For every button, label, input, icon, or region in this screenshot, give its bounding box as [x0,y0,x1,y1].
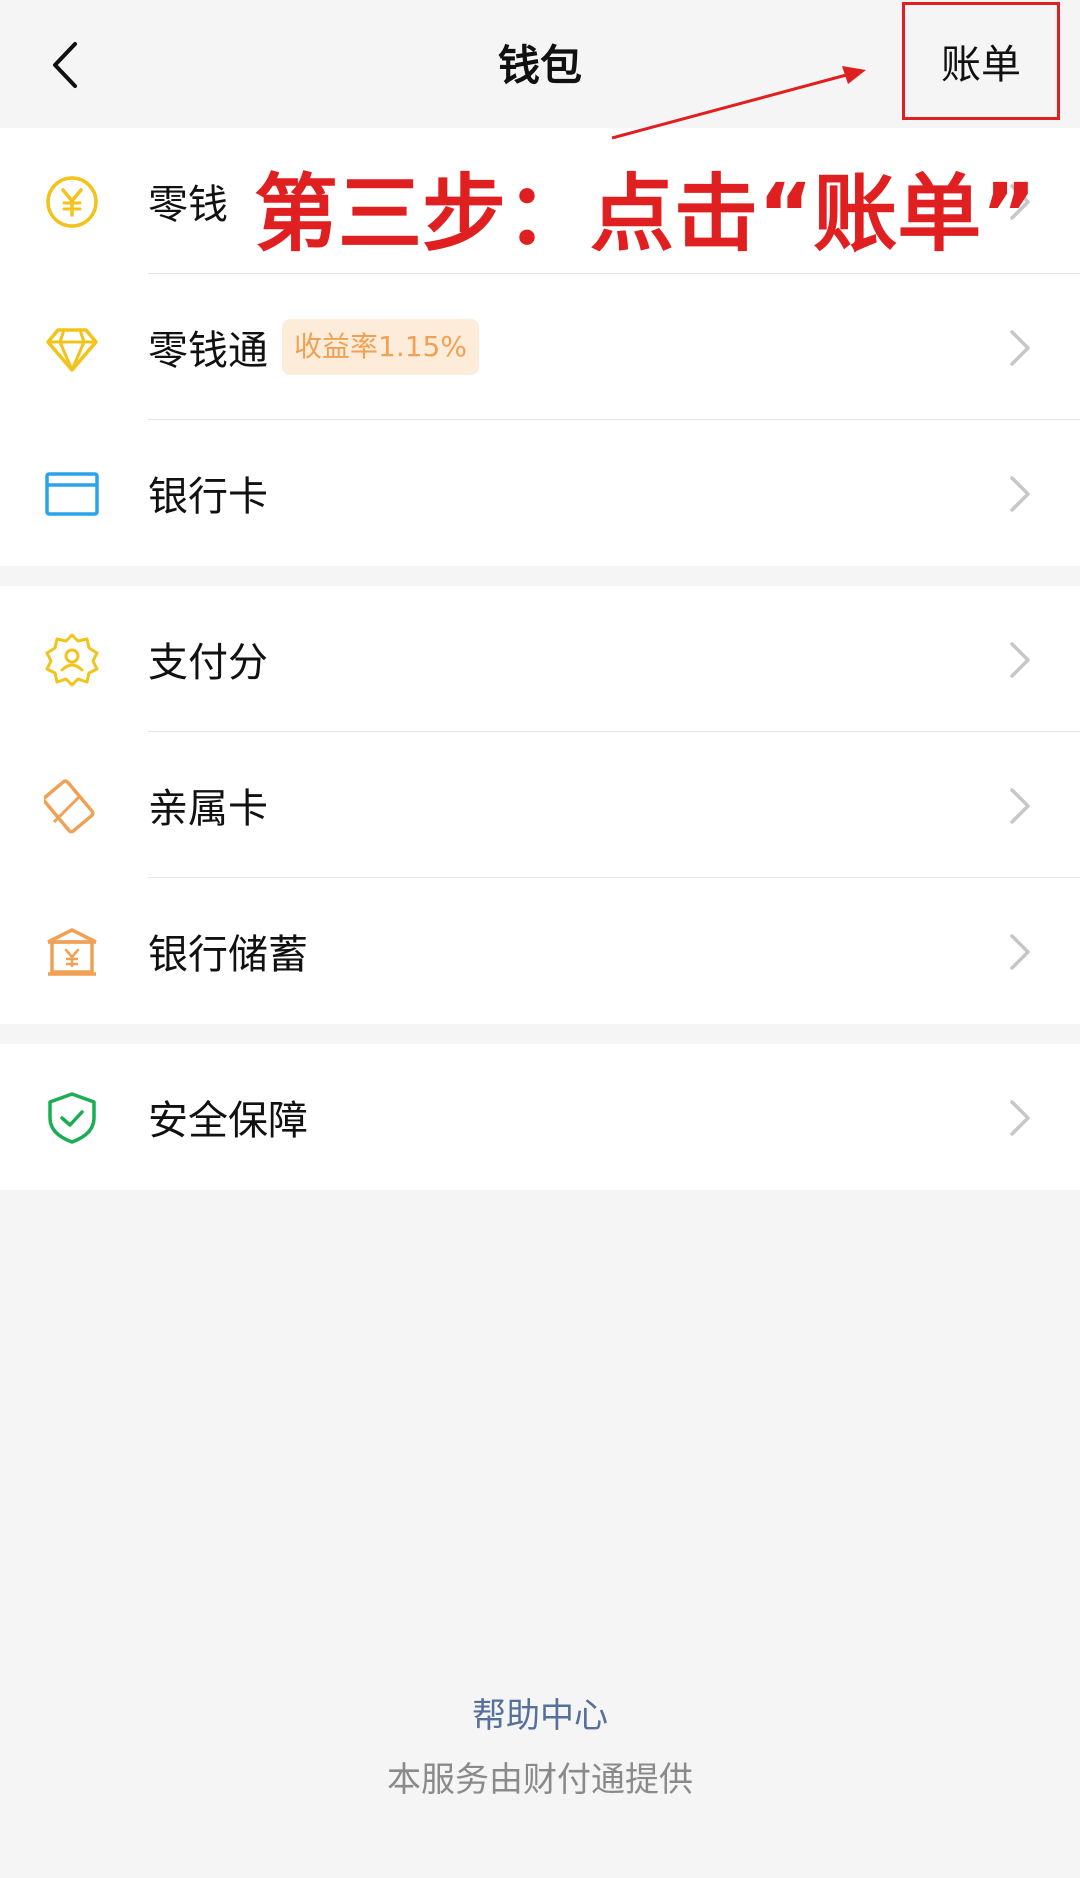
chevron-right-icon [1010,934,1030,970]
wallet-section-2: 支付分 亲属卡 银行储蓄 [0,586,1080,1024]
wallet-item-bank-savings[interactable]: 银行储蓄 [0,878,1080,1024]
family-card-icon [44,779,95,834]
chevron-right-icon [1010,476,1030,512]
bank-savings-icon [47,928,97,976]
coin-yuan-icon [46,176,98,228]
diamond-icon [46,328,98,372]
annotation-instruction: 第三步：点击“账单” [254,165,1037,263]
wallet-item-label: 零钱 [148,182,228,228]
wallet-item-label: 零钱通 [148,328,268,374]
wallet-item-label-with-badge: 零钱通 收益率1.15% [148,274,479,420]
wallet-page: 钱包 账单 零钱 零钱通 收益率1.15% 银行卡 支付分 亲属卡 银行储蓄 安… [0,0,1080,1878]
service-provider-text: 本服务由财付通提供 [387,1760,693,1800]
chevron-right-icon [1010,1100,1030,1136]
wallet-item-bank-card[interactable]: 银行卡 [0,420,1080,566]
wallet-item-label: 银行储蓄 [148,932,308,978]
yield-rate-badge: 收益率1.15% [282,319,479,375]
pay-score-icon [45,633,99,687]
wallet-item-label: 安全保障 [148,1098,308,1144]
wallet-item-change-pass[interactable]: 零钱通 收益率1.15% [0,274,1080,420]
wallet-item-security[interactable]: 安全保障 [0,1044,1080,1190]
wallet-item-label: 银行卡 [148,474,268,520]
wallet-item-label: 亲属卡 [148,786,268,832]
chevron-right-icon [1010,788,1030,824]
nav-header: 钱包 账单 [0,0,1080,128]
bank-card-icon [45,472,99,516]
help-center-link[interactable]: 帮助中心 [0,1688,1080,1737]
chevron-right-icon [1010,642,1030,678]
security-shield-icon [48,1092,96,1144]
wallet-item-pay-score[interactable]: 支付分 [0,586,1080,732]
wallet-item-label: 支付分 [148,640,268,686]
wallet-section-3: 安全保障 [0,1044,1080,1190]
chevron-right-icon [1010,330,1030,366]
wallet-item-family-card[interactable]: 亲属卡 [0,732,1080,878]
bill-button[interactable]: 账单 [902,2,1060,120]
